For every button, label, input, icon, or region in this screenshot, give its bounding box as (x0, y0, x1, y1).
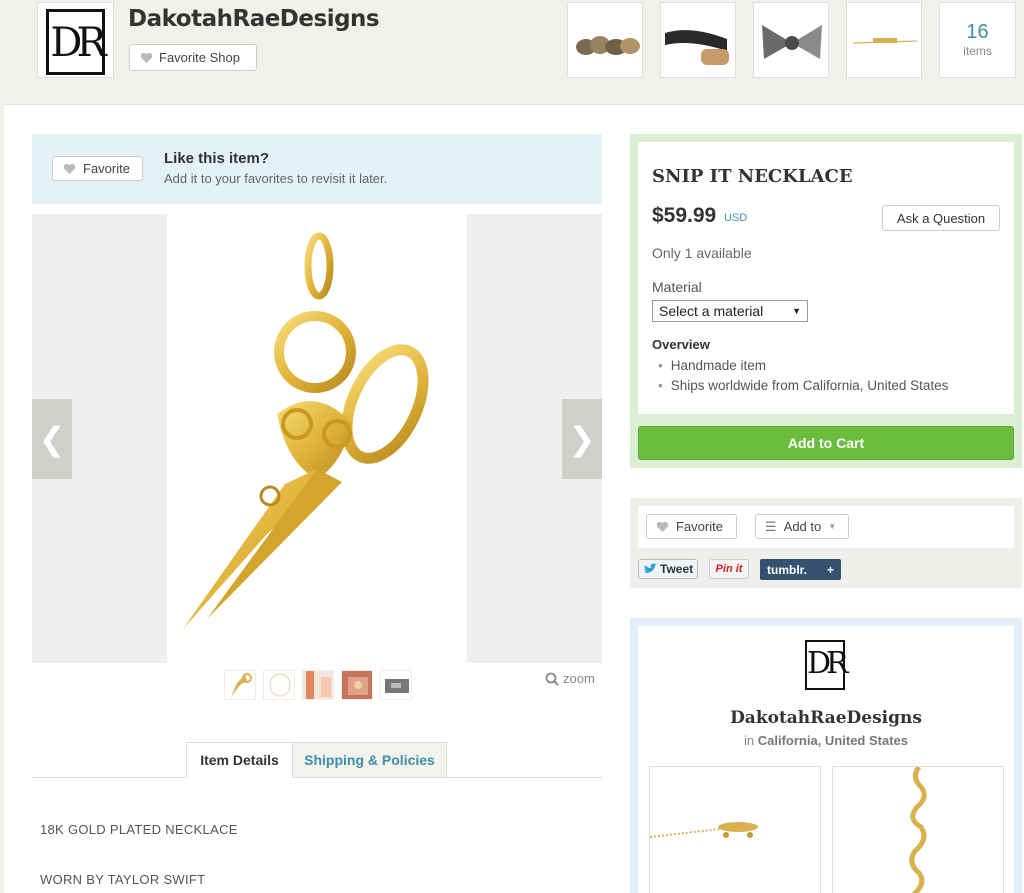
product-title: SNIP IT NECKLACE (652, 166, 853, 187)
tumblr-label: tumblr. (767, 562, 808, 577)
model-thumb (303, 671, 333, 699)
overview-item: • Ships worldwide from California, Unite… (658, 378, 948, 393)
tab-shipping-policies[interactable]: Shipping & Policies (292, 742, 447, 778)
list-icon: ☰ (765, 518, 777, 534)
twitter-bird-icon (644, 563, 657, 573)
material-select-value: Select a material (659, 303, 764, 319)
favorite-item-button-secondary[interactable]: Favorite (646, 514, 737, 539)
pin-it-button[interactable]: Pin it (709, 559, 749, 579)
chain-thumb (269, 673, 291, 697)
price-currency: USD (724, 212, 748, 224)
items-label: items (963, 44, 992, 58)
location-text[interactable]: California, United States (758, 733, 908, 748)
previous-image-button[interactable]: ❮ (32, 399, 72, 479)
chevron-right-icon: ❯ (568, 421, 596, 457)
description-line: WORN BY TAYLOR SWIFT (40, 872, 206, 887)
purchase-panel: SNIP IT NECKLACE $59.99 USD Ask a Questi… (630, 134, 1022, 468)
image-thumbnail-strip (224, 670, 412, 700)
location-prefix: in (744, 733, 755, 748)
heart-icon (656, 521, 669, 532)
favorite-prompt-title: Like this item? (164, 150, 270, 167)
heart-icon (63, 163, 76, 174)
description-line: 18K GOLD PLATED NECKLACE (40, 822, 238, 837)
rings-image (568, 3, 642, 77)
dropdown-arrow-icon: ▼ (792, 306, 801, 316)
items-count: 16 (966, 21, 989, 43)
chevron-left-icon: ❮ (38, 421, 66, 457)
caret-down-icon: ▼ (828, 522, 837, 531)
photo-thumb (342, 671, 372, 699)
shop-card-location: in California, United States (638, 733, 1014, 748)
shop-thumb-1[interactable] (567, 2, 643, 78)
image-thumbnail[interactable] (302, 670, 334, 700)
shop-card-logo[interactable]: DR (805, 640, 849, 690)
shop-name[interactable]: DakotahRaeDesigns (128, 6, 380, 32)
cuffs-image (661, 3, 735, 77)
magnifier-icon (545, 672, 559, 686)
material-select[interactable]: Select a material ▼ (652, 300, 808, 322)
add-to-list-button[interactable]: ☰ Add to ▼ (755, 514, 849, 539)
next-image-button[interactable]: ❯ (562, 399, 602, 479)
add-to-cart-button[interactable]: Add to Cart (638, 426, 1014, 460)
bow-ring-image (754, 3, 828, 77)
logo-mark: DR (46, 9, 107, 75)
zoom-label: zoom (563, 671, 595, 686)
heart-icon (140, 52, 153, 63)
scissors-thumb (231, 673, 252, 697)
shop-card-panel: DR DakotahRaeDesigns in California, Unit… (630, 618, 1022, 893)
overview-item-text: Ships worldwide from California, United … (670, 378, 949, 393)
social-actions: Favorite ☰ Add to ▼ (638, 506, 1014, 548)
shop-card-item[interactable] (649, 766, 821, 893)
plus-icon: + (826, 562, 834, 577)
favorite-shop-button[interactable]: Favorite Shop (129, 44, 257, 71)
add-to-label: Add to (783, 519, 822, 534)
product-image-viewer: ❮ ❯ (32, 214, 602, 663)
shop-card: DR DakotahRaeDesigns in California, Unit… (638, 626, 1014, 893)
overview-item: • Handmade item (658, 358, 766, 373)
tumblr-share-button[interactable]: tumblr. + (760, 559, 841, 580)
gold-script-necklace-image (909, 767, 927, 893)
shop-logo[interactable]: DR (37, 2, 114, 78)
favorite-prompt-subtitle: Add it to your favorites to revisit it l… (164, 171, 388, 186)
favorite-shop-label: Favorite Shop (159, 50, 240, 65)
shop-thumb-2[interactable] (660, 2, 736, 78)
logo-letters: DR (50, 20, 106, 66)
favorite-prompt-bar: Favorite Like this item? Add it to your … (32, 134, 602, 204)
bullet-icon: • (658, 378, 663, 393)
shop-items-link[interactable]: 16 items (939, 2, 1016, 78)
shop-thumb-3[interactable] (753, 2, 829, 78)
box-thumb (385, 679, 409, 693)
image-thumbnail[interactable] (341, 670, 373, 700)
gold-bar-image (847, 3, 921, 77)
material-label: Material (652, 279, 702, 295)
availability-text: Only 1 available (652, 245, 752, 261)
tweet-label: Tweet (660, 562, 694, 576)
favorite-label: Favorite (676, 519, 723, 534)
zoom-button[interactable]: zoom (545, 671, 595, 686)
image-thumbnail[interactable] (263, 670, 295, 700)
product-price: $59.99 (652, 204, 717, 227)
main-product-image[interactable] (167, 214, 467, 663)
shop-card-item[interactable] (832, 766, 1004, 893)
scissors-charm-image (183, 232, 429, 629)
skateboard-necklace-image (650, 822, 758, 838)
image-thumbnail[interactable] (224, 670, 256, 700)
ask-question-button[interactable]: Ask a Question (882, 205, 1000, 231)
favorite-item-button[interactable]: Favorite (52, 156, 143, 181)
shop-thumb-4[interactable] (846, 2, 922, 78)
shop-card-logo-letters: DR (807, 646, 849, 681)
bullet-icon: • (658, 358, 663, 373)
tweet-button[interactable]: Tweet (638, 559, 698, 579)
overview-item-text: Handmade item (670, 358, 767, 373)
tab-item-details[interactable]: Item Details (186, 742, 293, 778)
overview-title: Overview (652, 337, 710, 352)
image-thumbnail[interactable] (380, 670, 412, 700)
shop-card-name[interactable]: DakotahRaeDesigns (638, 708, 1014, 728)
favorite-button-label: Favorite (83, 161, 130, 176)
purchase-details: SNIP IT NECKLACE $59.99 USD Ask a Questi… (638, 142, 1014, 414)
